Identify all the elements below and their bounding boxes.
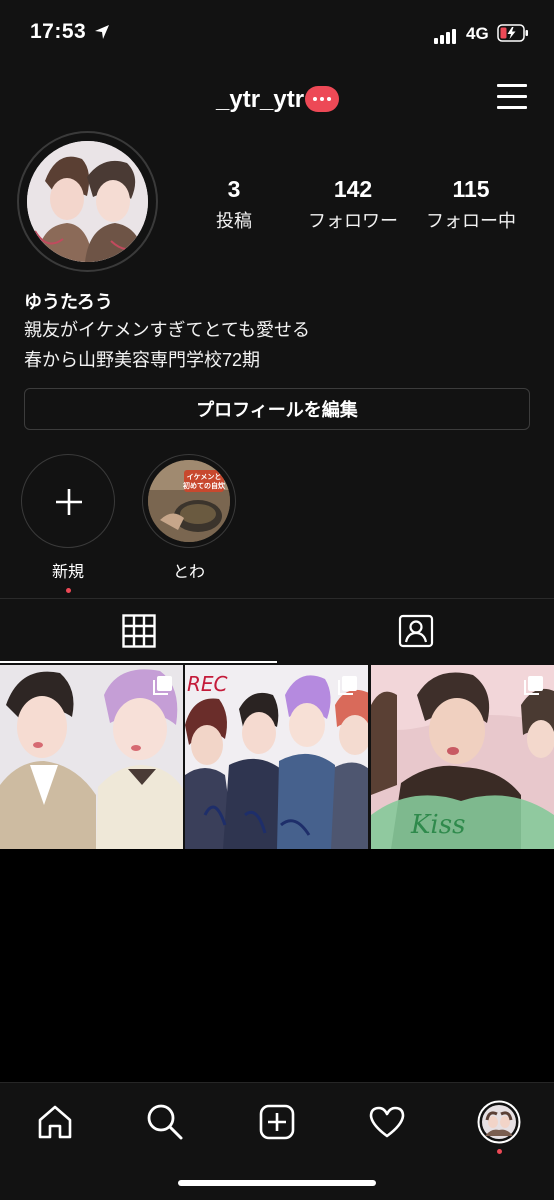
carousel-icon	[524, 676, 543, 695]
profile-screen: 17:53 4G _ytr_ytr 3 投稿 142 フォロワー 115 フォロ…	[0, 0, 554, 1200]
new-indicator-dot	[65, 588, 71, 593]
location-arrow-icon	[95, 25, 109, 39]
highlight-new[interactable]: 新規	[20, 454, 116, 593]
posts-count[interactable]: 3 投稿	[204, 176, 264, 233]
nav-search[interactable]	[140, 1097, 190, 1147]
network-type: 4G	[466, 24, 489, 43]
grid-icon	[121, 614, 156, 648]
carousel-icon	[153, 676, 172, 695]
profile-avatar-icon	[477, 1100, 521, 1144]
nav-home[interactable]	[30, 1097, 80, 1147]
home-indicator	[178, 1180, 376, 1186]
profile-bio: ゆうたろう 親友がイケメンすぎてとても愛せる 春から山野美容専門学校72期	[24, 288, 310, 374]
battery-charging-icon	[497, 24, 528, 42]
status-bar: 17:53 4G	[0, 0, 554, 70]
highlight-thumb-text: イケメンと	[187, 473, 222, 481]
bio-line: 春から山野美容専門学校72期	[24, 350, 261, 370]
search-icon	[147, 1104, 183, 1140]
home-icon	[38, 1105, 72, 1139]
nav-new-post[interactable]	[252, 1097, 302, 1147]
post-overlay-text: REC	[187, 672, 228, 696]
new-post-icon	[259, 1104, 295, 1140]
tagged-icon	[398, 614, 433, 648]
plus-icon	[56, 489, 82, 515]
post-thumbnail[interactable]	[0, 665, 183, 849]
nav-activity[interactable]	[362, 1097, 412, 1147]
highlight-circle: イケメンと 初めての自炊	[142, 454, 236, 548]
hamburger-menu-icon[interactable]	[497, 82, 527, 110]
notification-badge-icon[interactable]	[305, 86, 339, 112]
highlight-thumb-text: 初めての自炊	[183, 481, 226, 490]
highlight-thumbnail: イケメンと 初めての自炊	[148, 460, 230, 542]
following-count[interactable]: 115 フォロー中	[418, 176, 524, 233]
activity-dot	[497, 1149, 502, 1154]
highlight-label: とわ	[172, 564, 205, 581]
profile-avatar-ring[interactable]	[17, 131, 158, 272]
edit-profile-button[interactable]: プロフィールを編集	[24, 388, 530, 430]
status-time: 17:53	[30, 20, 87, 43]
highlight-circle	[21, 454, 115, 548]
highlight-towa[interactable]: イケメンと 初めての自炊 とわ	[141, 454, 237, 582]
tab-grid[interactable]	[0, 600, 277, 662]
posts-grid: REC Kiss	[0, 665, 554, 849]
display-name: ゆうたろう	[24, 292, 113, 312]
carousel-icon	[338, 676, 357, 695]
tab-tagged[interactable]	[277, 600, 554, 662]
post-thumbnail[interactable]: Kiss	[371, 665, 554, 849]
bio-line: 親友がイケメンすぎてとても愛せる	[24, 320, 311, 340]
empty-feed-area	[0, 849, 554, 1082]
post-thumbnail[interactable]: REC	[185, 665, 368, 849]
tab-divider	[0, 598, 554, 599]
heart-icon	[369, 1106, 405, 1138]
active-tab-indicator	[0, 661, 277, 663]
profile-avatar	[27, 141, 148, 262]
nav-profile[interactable]	[474, 1097, 524, 1154]
profile-header: _ytr_ytr	[0, 76, 554, 126]
followers-count[interactable]: 142 フォロワー	[300, 176, 406, 233]
username: _ytr_ytr	[216, 86, 305, 113]
post-overlay-text: Kiss	[410, 810, 465, 840]
highlight-label: 新規	[51, 564, 84, 581]
